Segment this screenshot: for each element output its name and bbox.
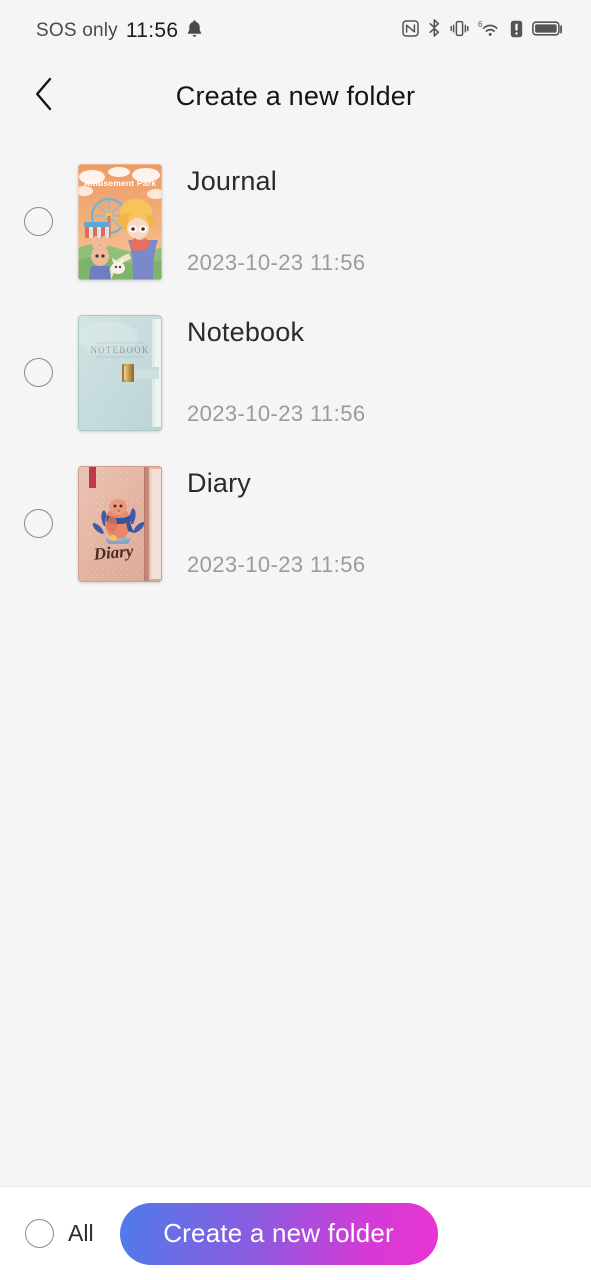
- item-title: Diary: [187, 467, 252, 498]
- select-all-group[interactable]: All: [25, 1219, 94, 1248]
- item-title: Journal: [187, 165, 277, 196]
- status-clock: 11:56: [125, 19, 179, 42]
- item-radio-diary[interactable]: [24, 509, 53, 538]
- item-meta: Diary 2023-10-23 11:56: [187, 466, 365, 582]
- status-bar-left: SOS only 11:56: [36, 19, 203, 43]
- list-item[interactable]: Diary Diary 2023-10-23 11:56: [0, 448, 591, 599]
- svg-text:6: 6: [478, 20, 483, 29]
- cover-thumbnail-journal: Amusement Park: [78, 163, 162, 280]
- list-item[interactable]: NOTEBOOK Notebook 2023-10-23 11:56: [0, 297, 591, 448]
- app-screen: SOS only 11:56 6 Create a new folder Amu…: [0, 0, 591, 1280]
- page-title: Create a new folder: [175, 80, 416, 111]
- alert-icon: [510, 20, 523, 43]
- item-meta: Journal 2023-10-23 11:56: [187, 164, 365, 280]
- bell-icon: [186, 19, 203, 43]
- item-date: 2023-10-23 11:56: [187, 551, 366, 577]
- folder-template-list: Amusement Park Journal 2023-10-23 11:56 …: [0, 146, 591, 599]
- cover-thumbnail-diary: Diary: [78, 465, 162, 582]
- nfc-icon: [402, 20, 419, 42]
- cover-thumbnail-notebook: NOTEBOOK: [78, 314, 162, 431]
- item-meta: Notebook 2023-10-23 11:56: [187, 315, 365, 431]
- svg-text:Diary: Diary: [92, 541, 135, 564]
- item-title: Notebook: [187, 316, 305, 347]
- item-date: 2023-10-23 11:56: [187, 249, 366, 275]
- back-button[interactable]: [22, 74, 66, 118]
- item-date: 2023-10-23 11:56: [187, 400, 366, 426]
- create-new-folder-button[interactable]: Create a new folder: [119, 1202, 438, 1265]
- carrier-label: SOS only: [36, 20, 118, 41]
- svg-text:Amusement Park: Amusement Park: [84, 178, 156, 188]
- bottom-action-bar: All Create a new folder: [0, 1186, 591, 1280]
- wifi-6-icon: 6: [478, 19, 501, 43]
- bluetooth-icon: [428, 19, 441, 43]
- select-all-label: All: [68, 1220, 94, 1246]
- list-item[interactable]: Amusement Park Journal 2023-10-23 11:56: [0, 146, 591, 297]
- item-radio-notebook[interactable]: [24, 358, 53, 387]
- status-bar: SOS only 11:56 6: [0, 0, 591, 62]
- page-header: Create a new folder: [0, 62, 591, 130]
- battery-icon: [532, 20, 563, 42]
- vibrate-icon: [450, 19, 469, 43]
- chevron-left-icon: [34, 77, 54, 116]
- item-radio-journal[interactable]: [24, 207, 53, 236]
- status-bar-right: 6: [402, 19, 563, 43]
- select-all-radio[interactable]: [25, 1219, 54, 1248]
